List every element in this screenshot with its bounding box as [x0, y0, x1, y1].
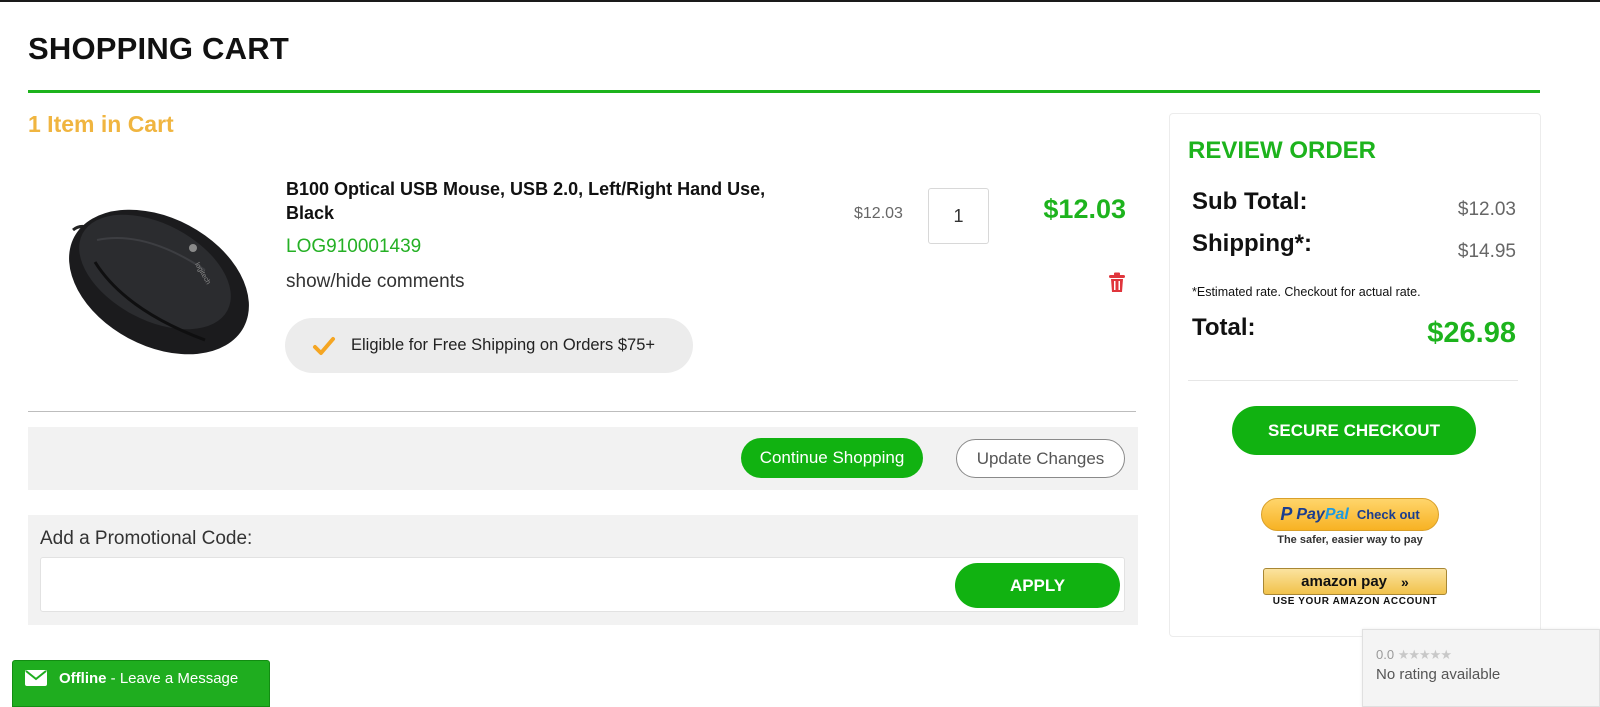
quantity-input[interactable] — [928, 188, 989, 244]
page-title: SHOPPING CART — [28, 31, 289, 66]
shipping-estimate-note: *Estimated rate. Checkout for actual rat… — [1192, 285, 1421, 299]
rating-caption: No rating available — [1376, 666, 1501, 683]
line-total: $12.03 — [1043, 194, 1126, 224]
secure-checkout-button[interactable]: SECURE CHECKOUT — [1232, 406, 1476, 455]
paypal-checkout-button[interactable]: P PayPal Check out — [1261, 498, 1439, 531]
amazon-pay-label: amazon pay — [1301, 573, 1388, 590]
subtotal-label: Sub Total: — [1192, 188, 1308, 215]
free-shipping-badge: Eligible for Free Shipping on Orders $75… — [285, 318, 693, 373]
offline-chat-tab[interactable]: Offline - Leave a Message — [12, 660, 270, 707]
total-value: $26.98 — [1427, 317, 1516, 349]
offline-chat-label: Offline - Leave a Message — [59, 670, 239, 687]
subtotal-value: $12.03 — [1457, 199, 1516, 220]
show-hide-comments-link[interactable]: show/hide comments — [286, 271, 464, 293]
paypal-tagline: The safer, easier way to pay — [1277, 534, 1423, 546]
total-label: Total: — [1192, 314, 1256, 341]
paypal-checkout-label: Check out — [1356, 507, 1420, 522]
update-changes-button[interactable]: Update Changes — [956, 439, 1125, 478]
shipping-label: Shipping*: — [1192, 230, 1312, 257]
product-name[interactable]: B100 Optical USB Mouse, USB 2.0, Left/Ri… — [286, 177, 766, 225]
rating-score: 0.0 ★★★★★ — [1376, 647, 1452, 662]
amazon-pay-button[interactable]: amazon pay » — [1263, 568, 1447, 595]
amazon-pay-tagline: USE YOUR AMAZON ACCOUNT — [1272, 596, 1438, 607]
paypal-logo-icon: P — [1280, 504, 1293, 524]
apply-promo-button[interactable]: APPLY — [955, 563, 1120, 608]
star-icon: ★★★★★ — [1397, 647, 1452, 662]
promo-code-label: Add a Promotional Code: — [40, 528, 253, 549]
product-image[interactable]: logitech — [55, 200, 275, 360]
shipping-value: $14.95 — [1457, 241, 1516, 262]
chevron-right-icon: » — [1401, 573, 1409, 590]
top-border — [0, 0, 1600, 2]
trash-icon[interactable] — [1108, 272, 1126, 293]
unit-price: $12.03 — [854, 205, 903, 222]
title-divider — [28, 90, 1540, 93]
review-divider — [1188, 380, 1518, 381]
product-sku: LOG910001439 — [286, 236, 422, 257]
free-shipping-text: Eligible for Free Shipping on Orders $75… — [351, 336, 656, 354]
cart-item-count: 1 Item in Cart — [28, 111, 174, 137]
item-divider — [28, 411, 1136, 412]
paypal-wordmark: PayPal — [1296, 505, 1349, 523]
review-order-title: REVIEW ORDER — [1188, 137, 1377, 164]
rating-widget[interactable]: 0.0 ★★★★★ No rating available — [1362, 629, 1600, 707]
envelope-icon — [25, 670, 47, 686]
continue-shopping-button[interactable]: Continue Shopping — [741, 438, 923, 478]
checkmark-icon — [313, 336, 335, 355]
